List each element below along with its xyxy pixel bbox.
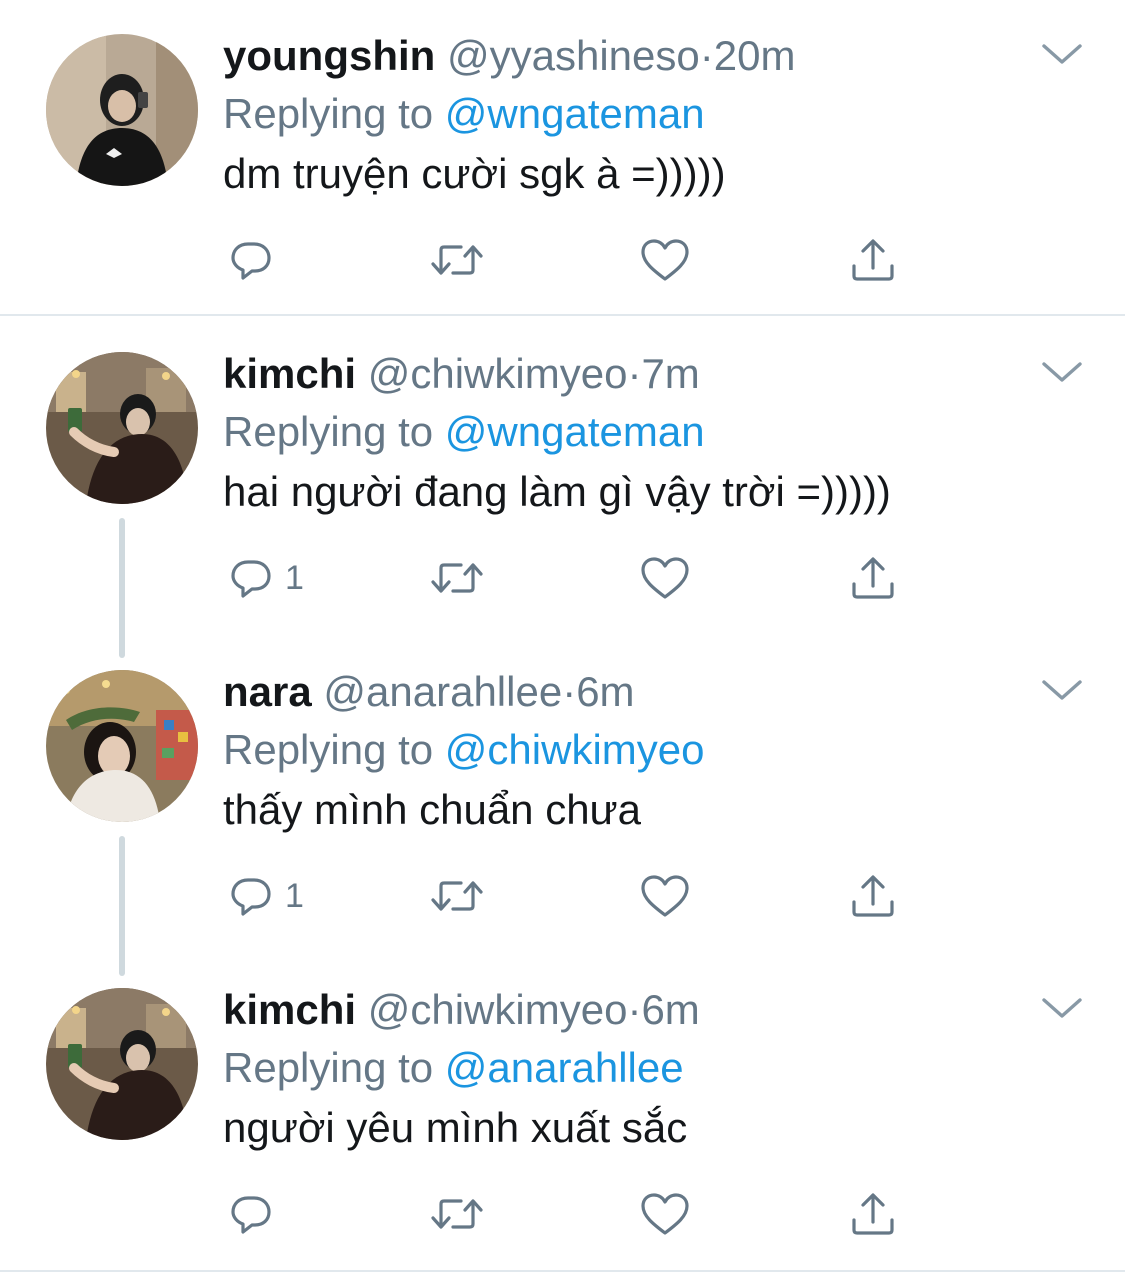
reply-button[interactable]: 1: [227, 546, 304, 610]
reply-button[interactable]: [227, 228, 285, 292]
display-name[interactable]: kimchi: [223, 350, 356, 397]
retweet-button[interactable]: [429, 546, 485, 610]
tweet-text: thấy mình chuẩn chưa: [223, 786, 642, 833]
speech-bubble-icon: [227, 554, 275, 602]
tweet-header: kimchi @chiwkimyeo·6m: [223, 982, 700, 1038]
replying-to-link[interactable]: @wngateman: [445, 90, 705, 137]
timestamp[interactable]: 20m: [714, 32, 796, 79]
tweet-header: kimchi @chiwkimyeo·7m: [223, 346, 700, 402]
divider: [0, 1270, 1125, 1272]
share-button[interactable]: [849, 1182, 897, 1246]
user-handle[interactable]: @chiwkimyeo: [368, 350, 628, 397]
timestamp[interactable]: 6m: [576, 668, 634, 715]
heart-icon: [639, 554, 691, 602]
heart-icon: [639, 872, 691, 920]
user-handle[interactable]: @anarahllee: [323, 668, 562, 715]
avatar[interactable]: [46, 352, 198, 504]
chevron-down-icon[interactable]: [1038, 36, 1086, 72]
retweet-icon: [429, 236, 485, 284]
user-handle[interactable]: @yyashineso: [447, 32, 700, 79]
heart-icon: [639, 1190, 691, 1238]
speech-bubble-icon: [227, 872, 275, 920]
retweet-button[interactable]: [429, 228, 485, 292]
share-upload-icon: [849, 236, 897, 284]
share-upload-icon: [849, 554, 897, 602]
share-button[interactable]: [849, 864, 897, 928]
tweet-actions: [223, 1182, 923, 1246]
retweet-icon: [429, 1190, 485, 1238]
tweet-actions: 1: [223, 546, 923, 610]
tweet[interactable]: kimchi @chiwkimyeo·7m Replying to @wngat…: [0, 346, 1125, 636]
timestamp[interactable]: 7m: [641, 350, 699, 397]
reply-button[interactable]: [227, 1182, 285, 1246]
retweet-button[interactable]: [429, 1182, 485, 1246]
replying-label: Replying to: [223, 1044, 434, 1091]
replying-to-link[interactable]: @chiwkimyeo: [445, 726, 705, 773]
reply-button[interactable]: 1: [227, 864, 304, 928]
retweet-button[interactable]: [429, 864, 485, 928]
tweet-header: nara @anarahllee·6m: [223, 664, 635, 720]
reply-count: 1: [285, 558, 304, 597]
display-name[interactable]: youngshin: [223, 32, 435, 79]
tweet-text: người yêu mình xuất sắc: [223, 1104, 688, 1151]
speech-bubble-icon: [227, 236, 275, 284]
replying-to: Replying to @wngateman: [223, 86, 705, 142]
replying-label: Replying to: [223, 726, 434, 773]
separator-dot: ·: [627, 986, 642, 1033]
replying-to: Replying to @chiwkimyeo: [223, 722, 705, 778]
tweet[interactable]: nara @anarahllee·6m Replying to @chiwkim…: [0, 664, 1125, 954]
separator-dot: ·: [699, 32, 714, 79]
replying-to: Replying to @wngateman: [223, 404, 705, 460]
timestamp[interactable]: 6m: [641, 986, 699, 1033]
like-button[interactable]: [639, 864, 691, 928]
chevron-down-icon[interactable]: [1038, 672, 1086, 708]
replying-to-link[interactable]: @anarahllee: [445, 1044, 684, 1091]
avatar[interactable]: [46, 34, 198, 186]
display-name[interactable]: nara: [223, 668, 312, 715]
separator-dot: ·: [562, 668, 577, 715]
share-upload-icon: [849, 872, 897, 920]
chevron-down-icon[interactable]: [1038, 990, 1086, 1026]
divider: [0, 314, 1125, 316]
like-button[interactable]: [639, 1182, 691, 1246]
share-button[interactable]: [849, 546, 897, 610]
tweet-text: hai người đang làm gì vậy trời =))))): [223, 468, 891, 515]
tweet-actions: [223, 228, 923, 292]
tweet-text: dm truyện cười sgk à =))))): [223, 150, 726, 197]
like-button[interactable]: [639, 228, 691, 292]
replying-to-link[interactable]: @wngateman: [445, 408, 705, 455]
replying-to: Replying to @anarahllee: [223, 1040, 684, 1096]
replying-label: Replying to: [223, 408, 434, 455]
like-button[interactable]: [639, 546, 691, 610]
separator-dot: ·: [627, 350, 642, 397]
tweet[interactable]: youngshin @yyashineso·20m Replying to @w…: [0, 28, 1125, 318]
retweet-icon: [429, 554, 485, 602]
tweet-header: youngshin @yyashineso·20m: [223, 28, 795, 84]
display-name[interactable]: kimchi: [223, 986, 356, 1033]
retweet-icon: [429, 872, 485, 920]
share-upload-icon: [849, 1190, 897, 1238]
avatar[interactable]: [46, 988, 198, 1140]
replying-label: Replying to: [223, 90, 434, 137]
share-button[interactable]: [849, 228, 897, 292]
avatar[interactable]: [46, 670, 198, 822]
speech-bubble-icon: [227, 1190, 275, 1238]
tweet[interactable]: kimchi @chiwkimyeo·6m Replying to @anara…: [0, 982, 1125, 1272]
reply-count: 1: [285, 876, 304, 915]
heart-icon: [639, 236, 691, 284]
tweet-actions: 1: [223, 864, 923, 928]
user-handle[interactable]: @chiwkimyeo: [368, 986, 628, 1033]
chevron-down-icon[interactable]: [1038, 354, 1086, 390]
